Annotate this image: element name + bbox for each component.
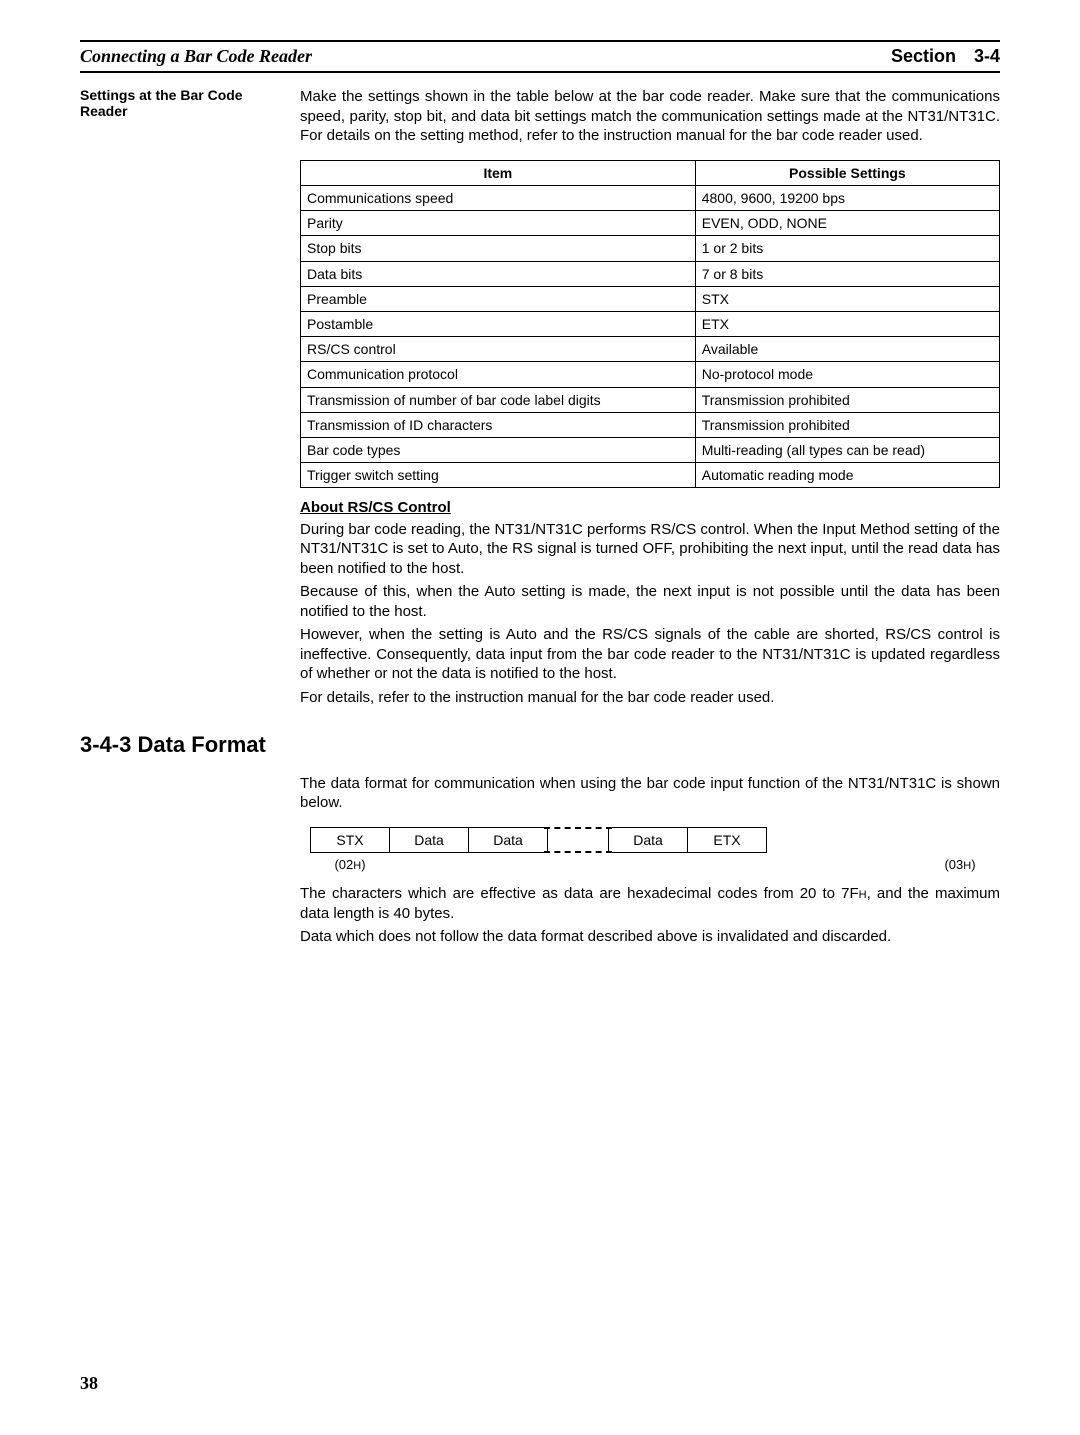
cell-item: RS/CS control	[301, 337, 696, 362]
df-hex-stx: (02H)	[310, 857, 390, 874]
df-intro: The data format for communication when u…	[300, 774, 1000, 813]
settings-block: Settings at the Bar Code Reader Make the…	[80, 87, 1000, 711]
cell-item: Postamble	[301, 312, 696, 337]
df-etx: ETX	[687, 827, 767, 853]
header-section: Section 3-4	[891, 45, 1000, 68]
cell-value: 1 or 2 bits	[695, 236, 999, 261]
df-hex-row: (02H) (03H)	[310, 857, 1000, 874]
cell-item: Trigger switch setting	[301, 463, 696, 488]
table-row: Trigger switch settingAutomatic reading …	[301, 463, 1000, 488]
cell-item: Communications speed	[301, 186, 696, 211]
header-title: Connecting a Bar Code Reader	[80, 45, 312, 68]
settings-table: Item Possible Settings Communications sp…	[300, 160, 1000, 488]
cell-value: Multi-reading (all types can be read)	[695, 437, 999, 462]
cell-value: Transmission prohibited	[695, 387, 999, 412]
cell-item: Stop bits	[301, 236, 696, 261]
page-header: Connecting a Bar Code Reader Section 3-4	[80, 40, 1000, 73]
about-p4: For details, refer to the instruction ma…	[300, 688, 1000, 708]
cell-item: Transmission of ID characters	[301, 412, 696, 437]
cell-value: STX	[695, 286, 999, 311]
df-p1: The characters which are effective as da…	[300, 884, 1000, 923]
cell-value: No-protocol mode	[695, 362, 999, 387]
df-data-1: Data	[389, 827, 469, 853]
cell-item: Parity	[301, 211, 696, 236]
table-row: Transmission of number of bar code label…	[301, 387, 1000, 412]
data-format-diagram: STX Data Data Data ETX	[310, 827, 1000, 853]
about-p3: However, when the setting is Auto and th…	[300, 625, 1000, 684]
section-heading: 3-4-3 Data Format	[80, 731, 1000, 760]
intro-paragraph: Make the settings shown in the table bel…	[300, 87, 1000, 146]
about-p2: Because of this, when the Auto setting i…	[300, 582, 1000, 621]
cell-item: Transmission of number of bar code label…	[301, 387, 696, 412]
cell-item: Bar code types	[301, 437, 696, 462]
cell-value: Automatic reading mode	[695, 463, 999, 488]
section-number: 3-4	[974, 46, 1000, 66]
section-label: Section	[891, 46, 956, 66]
cell-item: Communication protocol	[301, 362, 696, 387]
about-heading: About RS/CS Control	[300, 498, 1000, 518]
about-body: During bar code reading, the NT31/NT31C …	[300, 520, 1000, 708]
table-row: ParityEVEN, ODD, NONE	[301, 211, 1000, 236]
table-row: RS/CS controlAvailable	[301, 337, 1000, 362]
table-row: Communications speed4800, 9600, 19200 bp…	[301, 186, 1000, 211]
table-row: Bar code typesMulti-reading (all types c…	[301, 437, 1000, 462]
table-row: PreambleSTX	[301, 286, 1000, 311]
table-row: Data bits7 or 8 bits	[301, 261, 1000, 286]
df-data-2: Data	[468, 827, 548, 853]
cell-value: 7 or 8 bits	[695, 261, 999, 286]
col-settings: Possible Settings	[695, 160, 999, 185]
cell-item: Data bits	[301, 261, 696, 286]
page-number: 38	[80, 1372, 98, 1395]
cell-value: Available	[695, 337, 999, 362]
cell-value: Transmission prohibited	[695, 412, 999, 437]
df-hex-etx: (03H)	[920, 857, 1000, 874]
table-header-row: Item Possible Settings	[301, 160, 1000, 185]
df-data-n: Data	[608, 827, 688, 853]
sidebar-label: Settings at the Bar Code Reader	[80, 87, 300, 711]
data-format-content: The data format for communication when u…	[300, 774, 1000, 951]
df-stx: STX	[310, 827, 390, 853]
data-format-block: The data format for communication when u…	[80, 774, 1000, 951]
df-p2: Data which does not follow the data form…	[300, 927, 1000, 947]
df-ellipsis	[548, 827, 608, 853]
about-p1: During bar code reading, the NT31/NT31C …	[300, 520, 1000, 579]
cell-value: EVEN, ODD, NONE	[695, 211, 999, 236]
empty-left	[80, 774, 300, 951]
col-item: Item	[301, 160, 696, 185]
cell-value: ETX	[695, 312, 999, 337]
table-row: Transmission of ID charactersTransmissio…	[301, 412, 1000, 437]
table-row: Communication protocolNo-protocol mode	[301, 362, 1000, 387]
settings-content: Make the settings shown in the table bel…	[300, 87, 1000, 711]
table-row: PostambleETX	[301, 312, 1000, 337]
cell-value: 4800, 9600, 19200 bps	[695, 186, 999, 211]
table-row: Stop bits1 or 2 bits	[301, 236, 1000, 261]
cell-item: Preamble	[301, 286, 696, 311]
